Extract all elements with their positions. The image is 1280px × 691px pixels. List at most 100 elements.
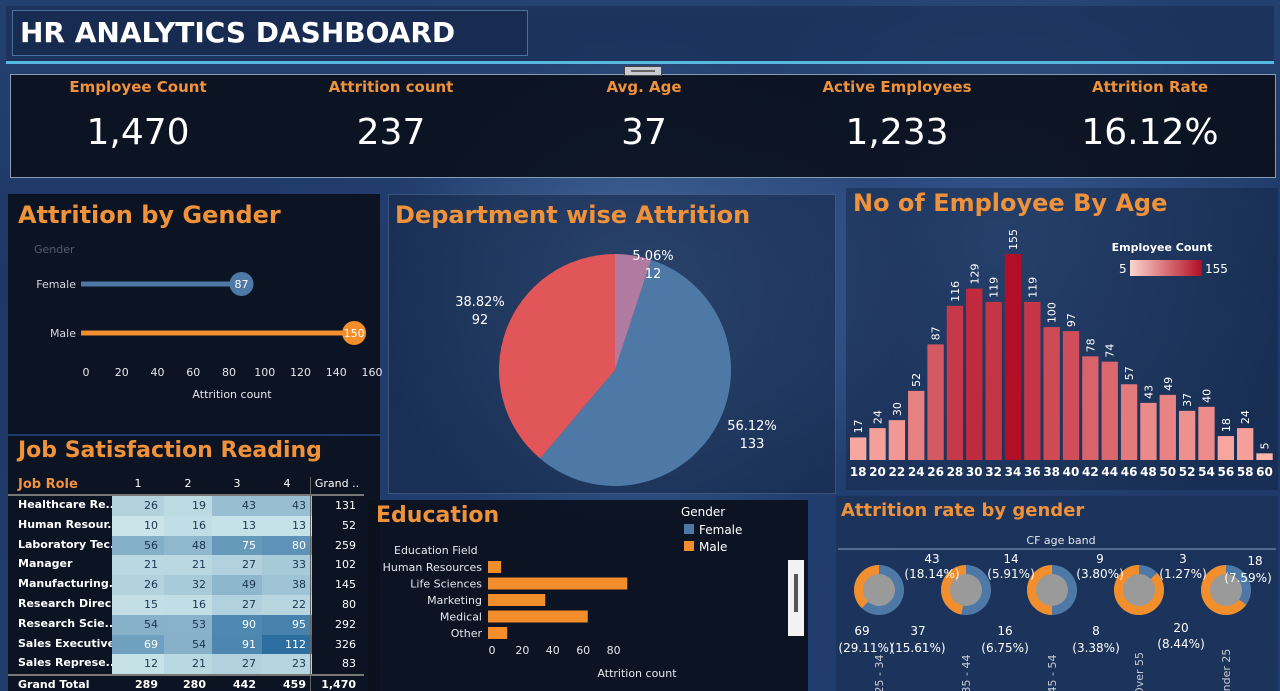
age-tick-label: 56 — [1217, 465, 1234, 479]
table-cell-value: 16 — [192, 518, 206, 532]
age-bar[interactable] — [1178, 410, 1196, 460]
gender-category-label: Female — [36, 278, 76, 291]
gender-bar[interactable] — [81, 330, 355, 336]
rate-pct: 7.59% — [1229, 571, 1267, 585]
age-bar[interactable] — [908, 390, 925, 460]
age-bar[interactable] — [946, 305, 964, 460]
education-bar[interactable] — [488, 627, 508, 639]
rate-pct: 1.27% — [1164, 567, 1202, 581]
age-bar[interactable] — [927, 344, 944, 460]
table-cell-value: 27 — [242, 657, 256, 671]
education-tick-label: 40 — [546, 644, 560, 657]
age-tick-label: 60 — [1256, 465, 1273, 479]
table-total-label: Grand Total — [18, 678, 90, 691]
age-bar-label: 74 — [1104, 344, 1117, 358]
education-bar[interactable] — [488, 577, 628, 590]
gender-tick-label: 100 — [254, 366, 275, 379]
age-bar[interactable] — [869, 428, 886, 460]
table-cell-value: 27 — [242, 598, 256, 611]
age-bar[interactable] — [850, 437, 867, 460]
table-cell-value: 53 — [192, 617, 206, 631]
education-tick-label: 20 — [515, 644, 529, 657]
gender-category-label: Male — [50, 327, 76, 340]
age-bar-label: 119 — [1026, 277, 1039, 298]
table-cell-value: 43 — [292, 499, 306, 512]
table-total-value: 289 — [135, 678, 158, 691]
rate-male-pct: (29.11%) — [838, 641, 893, 655]
age-bar[interactable] — [1159, 394, 1176, 460]
education-legend-swatch — [684, 524, 694, 534]
table-cell-value: 56 — [144, 538, 158, 552]
table-row-label: Manufacturing.. — [18, 577, 112, 591]
age-bar-label: 24 — [1239, 410, 1252, 424]
education-bar[interactable] — [488, 561, 502, 573]
gender-chart: Female 87 Male 150 0 20 40 60 80 100 120 140 160 Attr… — [36, 272, 383, 401]
table-header: 2 — [184, 477, 192, 490]
table-row-total: 52 — [342, 518, 356, 532]
kpi-label: Attrition Rate — [1091, 78, 1209, 96]
education-tick-label: 80 — [607, 644, 621, 657]
kpi-value: 16.12% — [1081, 112, 1219, 153]
age-bar[interactable] — [1120, 384, 1138, 460]
age-bar[interactable] — [1024, 301, 1041, 460]
age-legend-gradient — [1130, 260, 1202, 276]
age-tick-label: 52 — [1179, 465, 1196, 479]
gender-tick-label: 80 — [222, 366, 236, 379]
table-total-value: 280 — [183, 678, 206, 691]
education-field-header: Education Field — [394, 544, 478, 557]
rate-male-value: 16 — [997, 624, 1012, 638]
age-bar[interactable] — [1217, 436, 1234, 460]
age-bar-label: 119 — [988, 277, 1001, 298]
education-tick-label: 0 — [489, 644, 496, 657]
age-bar-label: 17 — [852, 419, 865, 433]
table-cell-value: 10 — [144, 518, 158, 532]
rate-female-value: 3 — [1179, 552, 1187, 566]
rate-male-value: 20 — [1173, 621, 1188, 635]
age-tick-label: 34 — [1005, 465, 1022, 479]
age-bar[interactable] — [985, 301, 1002, 460]
age-bar[interactable] — [1140, 402, 1157, 460]
department-pie: 56.12% 13338.82% 925.06% 12 — [455, 249, 777, 486]
age-bar-label: 52 — [910, 373, 923, 387]
rate-donut-hole — [863, 574, 895, 606]
rate-band-label: 25 - 34 — [873, 655, 886, 691]
table-cell-value: 38 — [292, 578, 306, 592]
rate-male-pct: (6.75%) — [981, 641, 1029, 655]
age-tick-label: 28 — [947, 465, 964, 479]
rate-female-pct: (18.14%) — [904, 567, 959, 581]
gender-bar[interactable] — [81, 281, 242, 287]
age-bar[interactable] — [1043, 327, 1060, 460]
age-bar[interactable] — [1237, 428, 1254, 460]
age-bar[interactable] — [1256, 453, 1273, 460]
age-bar[interactable] — [1101, 361, 1118, 460]
table-row-total: 259 — [335, 538, 356, 552]
age-bar-label: 30 — [891, 402, 904, 416]
table-cell-value: 112 — [285, 637, 306, 651]
gender-tick-label: 20 — [115, 366, 129, 379]
table-cell-value: 26 — [144, 499, 158, 512]
table-cell-value: 43 — [242, 499, 256, 512]
table-cell-value: 95 — [292, 617, 306, 631]
age-tick-label: 44 — [1101, 465, 1118, 479]
age-bar[interactable] — [966, 288, 983, 460]
rate-pct: 3.80% — [1081, 567, 1119, 581]
rate-female-value: 9 — [1096, 552, 1104, 566]
table-cell-value: 12 — [144, 657, 158, 671]
education-bar[interactable] — [488, 610, 588, 623]
age-legend-max: 155 — [1205, 262, 1228, 276]
age-bar-label: 43 — [1142, 385, 1155, 399]
education-scroll-thumb[interactable] — [794, 574, 798, 612]
age-bar[interactable] — [1062, 331, 1080, 460]
age-bar[interactable] — [1198, 406, 1215, 460]
age-bar[interactable] — [1004, 254, 1022, 460]
age-tick-label: 18 — [850, 465, 867, 479]
kpi-value: 1,233 — [845, 112, 949, 153]
gender-tick-label: 40 — [151, 366, 165, 379]
table-cell-value: 16 — [192, 598, 206, 611]
table-row-label: Human Resour.. — [18, 517, 112, 531]
education-bar[interactable] — [488, 594, 546, 606]
drag-handle[interactable] — [624, 66, 662, 76]
age-bar[interactable] — [1082, 356, 1099, 460]
rate-male-value: 69 — [854, 624, 869, 638]
age-bar[interactable] — [888, 420, 906, 460]
